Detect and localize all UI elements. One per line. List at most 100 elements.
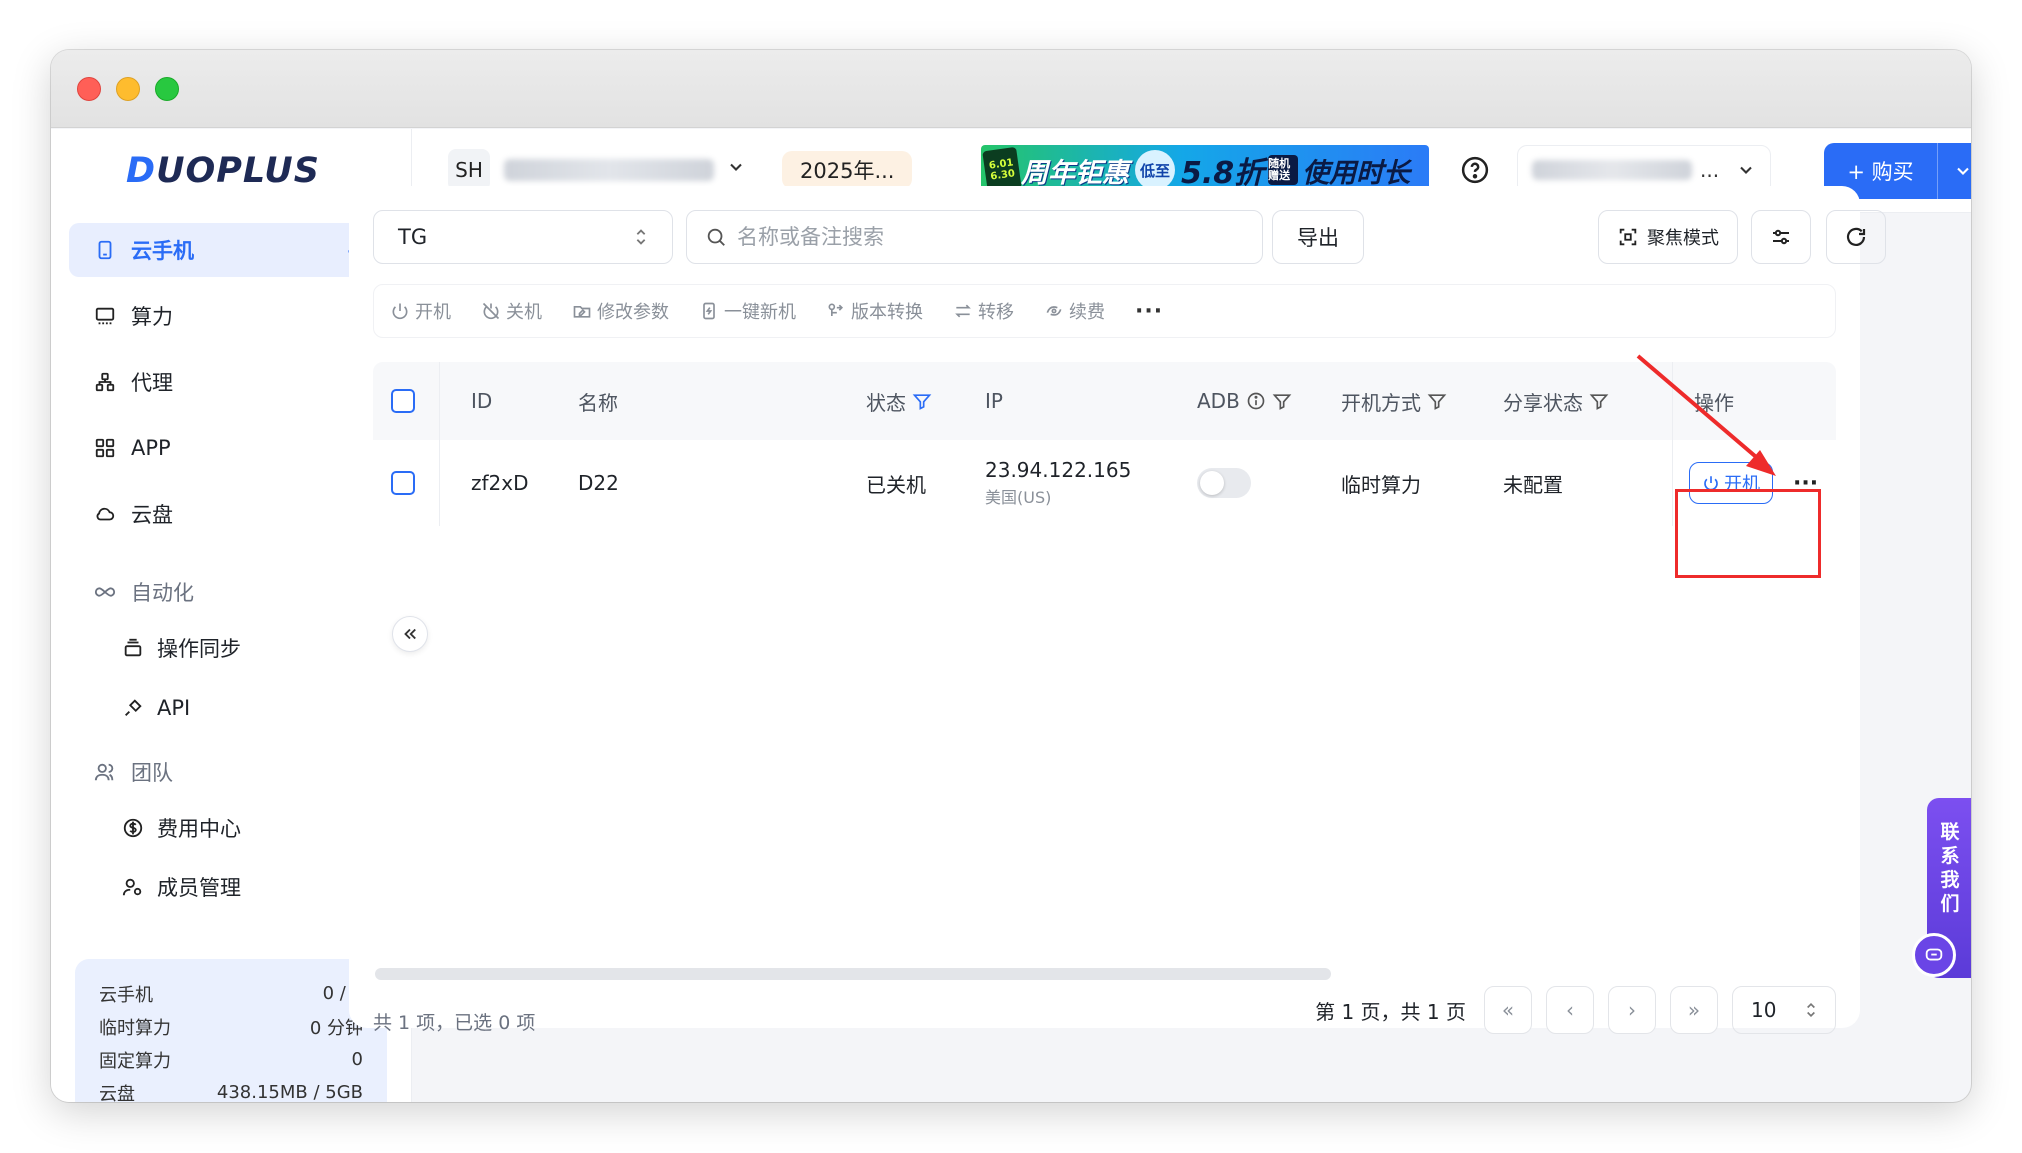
batch-power-on-button[interactable]: 开机 <box>390 298 451 324</box>
minimize-window-button[interactable] <box>116 77 140 101</box>
row-checkbox[interactable] <box>391 440 415 526</box>
adb-toggle[interactable] <box>1197 468 1251 498</box>
sidebar-item-members[interactable]: 成员管理 <box>121 865 241 909</box>
batch-new-device-button[interactable]: 一键新机 <box>699 298 796 324</box>
updown-caret-icon <box>630 225 652 254</box>
close-window-button[interactable] <box>77 77 101 101</box>
cell-name: D22 <box>578 471 619 495</box>
sidebar-item-api[interactable]: API <box>121 686 190 730</box>
usage-row-cloud-phone: 云手机 0 / 9 <box>99 983 363 1006</box>
col-adb[interactable]: ADB <box>1197 362 1292 440</box>
collapse-sidebar-button[interactable] <box>392 616 428 652</box>
annotation-highlight-box <box>1675 489 1821 578</box>
col-status[interactable]: 状态 <box>866 362 932 440</box>
col-ip: IP <box>985 389 1003 413</box>
sidebar-item-label: 云盘 <box>131 503 173 527</box>
renew-icon <box>1046 306 1062 316</box>
chevron-down-icon <box>1736 160 1756 184</box>
next-page-button[interactable]: › <box>1608 986 1656 1034</box>
search-input[interactable] <box>737 225 1217 249</box>
cell-id: zf2xD <box>471 471 529 495</box>
account-name-redacted[interactable] <box>504 159 714 181</box>
search-field[interactable] <box>686 210 1263 264</box>
users-icon <box>93 760 117 784</box>
filter-icon[interactable] <box>1427 391 1447 411</box>
sidebar-item-proxy[interactable]: 代理 <box>69 355 393 409</box>
phone-icon <box>93 238 117 262</box>
region-value-redacted <box>1532 160 1692 180</box>
cell-ip: 23.94.122.165 美国(US) <box>985 440 1131 526</box>
device-list-card: TG 导出 聚焦模式 开机 关机 <box>349 186 1886 1034</box>
sidebar-group-team[interactable]: 团队 <box>69 745 393 799</box>
table-row[interactable]: zf2xD D22 已关机 23.94.122.165 美国(US) 临时算力 … <box>373 440 1836 526</box>
filter-icon[interactable] <box>1272 391 1292 411</box>
table-header: ID 名称 状态 IP ADB 开机方式 分享状态 操作 <box>373 362 1836 440</box>
sidebar-item-label: APP <box>131 436 171 460</box>
chat-bubble-button[interactable] <box>1912 933 1956 977</box>
chat-icon <box>1925 948 1943 961</box>
batch-renew-button[interactable]: 续费 <box>1044 298 1105 324</box>
app-logo[interactable]: DUOPLUS <box>126 151 320 191</box>
refresh-icon <box>1846 227 1866 246</box>
ip-region: 美国(US) <box>985 488 1052 507</box>
monitor-icon <box>93 304 117 328</box>
sidebar-item-cloud-disk[interactable]: 云盘 <box>69 487 393 541</box>
col-operations: 操作 <box>1694 390 1734 415</box>
focus-mode-button[interactable]: 聚焦模式 <box>1598 210 1738 264</box>
date-pill[interactable]: 2025年... <box>782 151 913 189</box>
help-button[interactable] <box>1456 151 1494 189</box>
sidebar-group-label: 自动化 <box>131 581 194 605</box>
col-share[interactable]: 分享状态 <box>1503 362 1609 440</box>
page-info: 第 1 页，共 1 页 <box>1315 999 1466 1024</box>
selection-summary: 共 1 项，已选 0 项 <box>373 1012 536 1034</box>
refresh-button[interactable] <box>1826 210 1886 264</box>
edit-params-icon <box>573 306 591 318</box>
promo-low-badge: 低至 <box>1135 150 1175 190</box>
network-icon <box>93 370 117 394</box>
infinity-icon <box>93 580 117 604</box>
focus-icon <box>1619 228 1637 246</box>
sidebar-item-billing[interactable]: 费用中心 <box>121 806 241 850</box>
search-icon <box>707 228 725 246</box>
col-boot-mode[interactable]: 开机方式 <box>1341 362 1447 440</box>
prev-page-button[interactable]: ‹ <box>1546 986 1594 1034</box>
filter-icon[interactable] <box>1589 391 1609 411</box>
avatar[interactable]: SH <box>448 149 490 191</box>
last-page-button[interactable]: » <box>1670 986 1718 1034</box>
sidebar-item-label: 费用中心 <box>157 817 241 841</box>
sidebar-item-app[interactable]: APP <box>69 421 393 475</box>
sidebar-group-automation[interactable]: 自动化 <box>69 565 393 619</box>
batch-transfer-button[interactable]: 转移 <box>953 298 1014 324</box>
power-icon <box>392 303 408 320</box>
export-button[interactable]: 导出 <box>1272 210 1364 264</box>
sidebar-item-cloud-phone[interactable]: 云手机 + <box>69 223 393 277</box>
usage-row-cloud-disk: 云盘 438.15MB / 5GB <box>99 1082 363 1102</box>
page-size-select[interactable]: 10 <box>1732 986 1836 1034</box>
plug-icon <box>121 696 145 720</box>
group-select[interactable]: TG <box>373 210 673 264</box>
first-page-button[interactable]: « <box>1484 986 1532 1034</box>
power-off-icon <box>482 302 500 320</box>
user-gear-icon <box>121 875 145 899</box>
column-settings-button[interactable] <box>1751 210 1811 264</box>
filter-icon[interactable] <box>912 391 932 411</box>
chevron-down-icon[interactable] <box>726 157 746 181</box>
more-actions-button[interactable]: ··· <box>1135 299 1163 324</box>
buy-dropdown-button[interactable] <box>1938 161 1971 181</box>
batch-version-convert-button[interactable]: 版本转换 <box>826 298 923 324</box>
batch-edit-params-button[interactable]: 修改参数 <box>572 298 669 324</box>
select-all-checkbox[interactable] <box>391 362 415 440</box>
sidebar-item-label: 算力 <box>131 305 173 329</box>
zoom-window-button[interactable] <box>155 77 179 101</box>
horizontal-scrollbar[interactable] <box>375 968 1331 980</box>
sidebar-item-op-sync[interactable]: 操作同步 <box>121 626 241 670</box>
cell-share: 未配置 <box>1503 472 1563 497</box>
promo-gift-badge: 随机赠送 <box>1268 155 1299 185</box>
cell-boot-mode: 临时算力 <box>1341 472 1421 497</box>
updown-caret-icon <box>1801 999 1821 1026</box>
cloud-icon <box>93 502 117 526</box>
info-icon[interactable] <box>1246 391 1266 411</box>
batch-power-off-button[interactable]: 关机 <box>481 298 542 324</box>
sidebar-item-compute[interactable]: 算力 <box>69 289 393 343</box>
batch-actions-bar: 开机 关机 修改参数 一键新机 版本转换 转移 续费 ··· <box>373 284 1836 338</box>
